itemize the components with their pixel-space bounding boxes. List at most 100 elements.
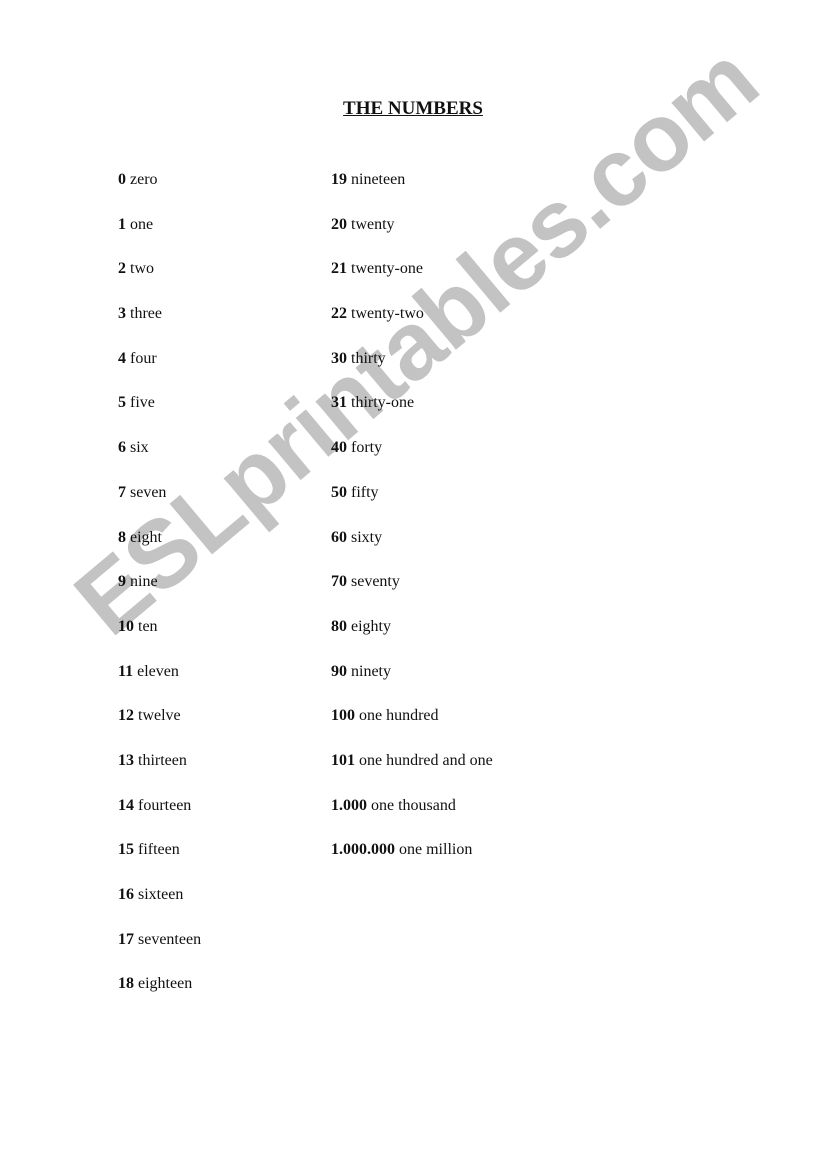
number-entry: 17 seventeen bbox=[118, 930, 201, 975]
number-digits: 90 bbox=[331, 662, 347, 680]
number-entry: 5 five bbox=[118, 393, 201, 438]
number-word: five bbox=[130, 394, 155, 412]
number-word: seventy bbox=[351, 573, 400, 591]
number-digits: 31 bbox=[331, 394, 347, 412]
number-word: fourteen bbox=[138, 796, 192, 814]
left-column: 0 zero 1 one 2 two 3 three 4 four 5 five 6 six… bbox=[118, 170, 201, 1019]
number-digits: 30 bbox=[331, 349, 347, 367]
number-word: two bbox=[130, 260, 154, 278]
number-word: nine bbox=[130, 573, 158, 591]
number-entry: 14 fourteen bbox=[118, 796, 201, 841]
number-entry: 13 thirteen bbox=[118, 751, 201, 796]
number-word: one thousand bbox=[371, 796, 456, 814]
number-entry: 50 fifty bbox=[331, 483, 493, 528]
number-entry: 3 three bbox=[118, 304, 201, 349]
number-digits: 17 bbox=[118, 930, 134, 948]
number-word: seventeen bbox=[138, 930, 202, 948]
number-digits: 101 bbox=[331, 751, 355, 769]
number-digits: 19 bbox=[331, 171, 347, 188]
number-digits: 100 bbox=[331, 707, 355, 725]
page-title: THE NUMBERS bbox=[343, 98, 483, 119]
number-word: thirty bbox=[351, 349, 386, 367]
number-word: thirteen bbox=[138, 751, 187, 769]
number-digits: 6 bbox=[118, 439, 126, 457]
number-word: four bbox=[130, 349, 157, 367]
number-word: six bbox=[130, 439, 149, 457]
number-word: twenty bbox=[351, 215, 395, 233]
number-word: twelve bbox=[138, 707, 181, 725]
number-digits: 14 bbox=[118, 796, 134, 814]
number-digits: 80 bbox=[331, 617, 347, 635]
number-digits: 9 bbox=[118, 573, 126, 591]
number-word: nineteen bbox=[351, 171, 406, 188]
number-digits: 3 bbox=[118, 305, 126, 323]
number-digits: 50 bbox=[331, 483, 347, 501]
number-digits: 12 bbox=[118, 707, 134, 725]
number-entry: 1.000 one thousand bbox=[331, 796, 493, 841]
number-entry: 40 forty bbox=[331, 438, 493, 483]
number-entry: 70 seventy bbox=[331, 572, 493, 617]
number-entry: 10 ten bbox=[118, 617, 201, 662]
number-word: sixteen bbox=[138, 886, 184, 903]
number-word: one bbox=[130, 215, 154, 233]
number-entry: 1.000.000 one million bbox=[331, 840, 493, 885]
number-digits: 1.000 bbox=[331, 796, 367, 814]
number-digits: 20 bbox=[331, 215, 347, 233]
number-entry: 60 sixty bbox=[331, 528, 493, 573]
number-digits: 13 bbox=[118, 751, 134, 769]
number-digits: 21 bbox=[331, 260, 347, 278]
number-entry: 1 one bbox=[118, 215, 201, 260]
number-entry: 15 fifteen bbox=[118, 840, 201, 885]
number-word: twenty-two bbox=[351, 305, 424, 323]
number-digits: 2 bbox=[118, 260, 126, 278]
number-entry: 4 four bbox=[118, 349, 201, 394]
number-word: eighteen bbox=[138, 975, 193, 993]
number-digits: 0 bbox=[118, 171, 126, 188]
number-digits: 8 bbox=[118, 528, 126, 546]
number-entry: 6 six bbox=[118, 438, 201, 483]
number-digits: 70 bbox=[331, 573, 347, 591]
number-entry: 21 twenty-one bbox=[331, 259, 493, 304]
number-entry: 7 seven bbox=[118, 483, 201, 528]
number-digits: 7 bbox=[118, 483, 126, 501]
number-digits: 5 bbox=[118, 394, 126, 412]
number-entry: 101 one hundred and one bbox=[331, 751, 493, 796]
number-word: forty bbox=[351, 439, 383, 457]
number-word: ninety bbox=[351, 662, 391, 680]
number-digits: 40 bbox=[331, 439, 347, 457]
number-entry: 12 twelve bbox=[118, 706, 201, 751]
number-digits: 22 bbox=[331, 305, 347, 323]
number-word: seven bbox=[130, 483, 167, 501]
number-digits: 11 bbox=[118, 662, 134, 680]
number-digits: 10 bbox=[118, 617, 134, 635]
number-entry: 19 nineteen bbox=[331, 170, 493, 215]
number-word: ten bbox=[138, 617, 158, 635]
number-word: twenty-one bbox=[351, 260, 423, 278]
number-word: eight bbox=[130, 528, 162, 546]
number-digits: 1 bbox=[118, 215, 126, 233]
number-entry: 22 twenty-two bbox=[331, 304, 493, 349]
number-word: one hundred and one bbox=[359, 751, 493, 769]
number-word: three bbox=[130, 305, 162, 323]
number-digits: 4 bbox=[118, 349, 126, 367]
number-word: sixty bbox=[351, 528, 383, 546]
number-digits: 1.000.000 bbox=[331, 841, 395, 859]
number-digits: 15 bbox=[118, 841, 134, 859]
number-digits: 60 bbox=[331, 528, 347, 546]
number-entry: 31 thirty-one bbox=[331, 393, 493, 438]
number-word: fifteen bbox=[138, 841, 180, 859]
number-word: thirty-one bbox=[351, 394, 415, 412]
number-word: eighty bbox=[351, 617, 391, 635]
number-entry: 30 thirty bbox=[331, 349, 493, 394]
number-word: one hundred bbox=[359, 707, 439, 725]
number-entry: 18 eighteen bbox=[118, 974, 201, 1019]
number-entry: 8 eight bbox=[118, 528, 201, 573]
right-column: 19 nineteen 20 twenty 21 twenty-one 22 twen… bbox=[331, 170, 493, 885]
number-digits: 18 bbox=[118, 975, 134, 993]
number-entry: 20 twenty bbox=[331, 215, 493, 260]
number-entry: 16 sixteen bbox=[118, 885, 201, 930]
number-entry: 90 ninety bbox=[331, 662, 493, 707]
number-word: fifty bbox=[351, 483, 379, 501]
number-entry: 0 zero bbox=[118, 170, 201, 215]
number-digits: 16 bbox=[118, 886, 134, 903]
